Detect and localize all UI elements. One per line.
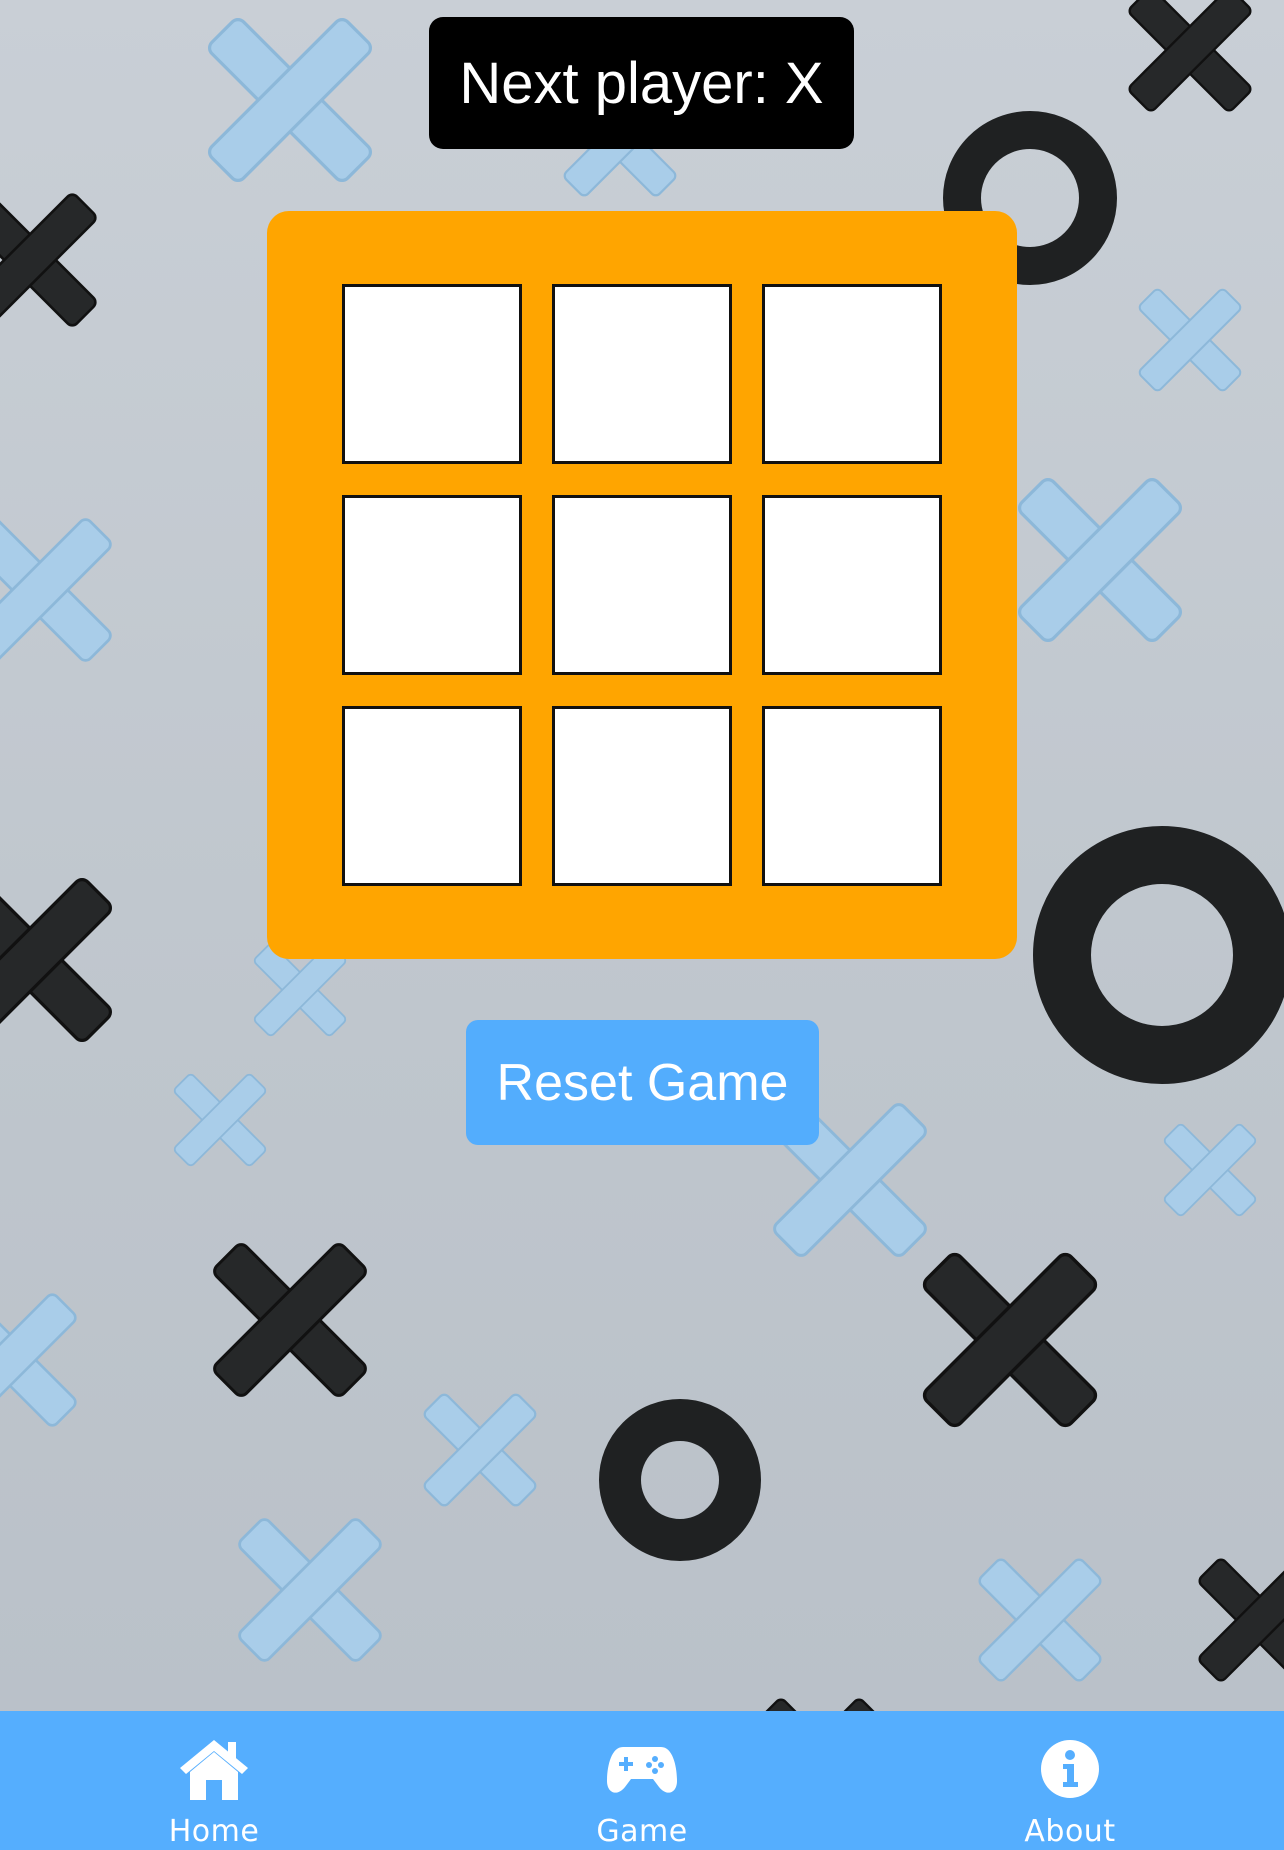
reset-game-button[interactable]: Reset Game (466, 1020, 819, 1145)
nav-item-game[interactable]: Game (428, 1711, 856, 1850)
gamepad-icon (605, 1734, 679, 1804)
board-cell[interactable] (342, 495, 522, 675)
bottom-navigation: Home Game About (0, 1711, 1284, 1850)
home-icon (177, 1734, 251, 1804)
board-cell[interactable] (342, 706, 522, 886)
game-board (267, 211, 1017, 959)
board-cell[interactable] (762, 706, 942, 886)
nav-item-home[interactable]: Home (0, 1711, 428, 1850)
board-cell[interactable] (342, 284, 522, 464)
board-cell[interactable] (762, 284, 942, 464)
nav-label-home: Home (168, 1814, 260, 1849)
board-cell[interactable] (552, 706, 732, 886)
board-cell[interactable] (762, 495, 942, 675)
nav-label-about: About (1024, 1814, 1116, 1849)
board-cell[interactable] (552, 284, 732, 464)
nav-label-game: Game (596, 1814, 688, 1849)
nav-item-about[interactable]: About (856, 1711, 1284, 1850)
board-cell[interactable] (552, 495, 732, 675)
next-player-status: Next player: X (429, 17, 854, 149)
info-icon (1033, 1734, 1107, 1804)
board-grid (342, 284, 942, 886)
